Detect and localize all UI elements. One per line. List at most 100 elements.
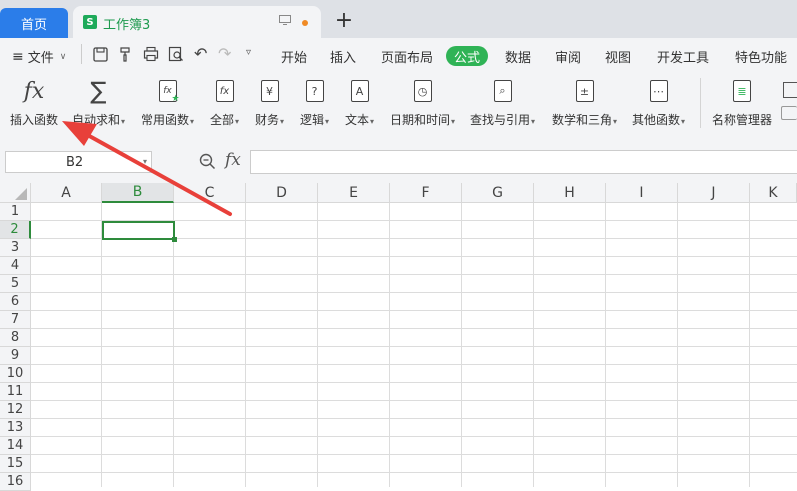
menu-developer[interactable]: 开发工具: [657, 47, 709, 66]
row-header-15[interactable]: 15: [0, 455, 31, 473]
row-header-10[interactable]: 10: [0, 365, 31, 383]
autosum-label: 自动求和: [72, 113, 121, 127]
chevron-down-icon[interactable]: ▾: [143, 157, 147, 166]
formula-input[interactable]: [250, 150, 797, 174]
insert-function-button[interactable]: fx 插入函数: [10, 78, 58, 128]
row-header-1[interactable]: 1: [0, 203, 31, 221]
save-icon[interactable]: [93, 47, 108, 62]
caret-down-icon: ▾: [235, 117, 240, 126]
row-header-9[interactable]: 9: [0, 347, 31, 365]
name-manager-button[interactable]: ≣ 名称管理器: [712, 78, 772, 128]
lookup-reference-button[interactable]: ⌕ 查找与引用▾: [470, 78, 535, 128]
text-button[interactable]: A 文本▾: [345, 78, 374, 128]
row-header-8[interactable]: 8: [0, 329, 31, 347]
row-header-7[interactable]: 7: [0, 311, 31, 329]
file-menu-label: 文件: [27, 51, 54, 66]
other-functions-label: 其他函数: [632, 113, 681, 127]
customize-quick-access-icon[interactable]: ▿: [246, 47, 251, 58]
hamburger-icon: ≡: [12, 48, 24, 65]
column-header-i[interactable]: I: [606, 183, 678, 203]
row-header-5[interactable]: 5: [0, 275, 31, 293]
column-header-h[interactable]: H: [534, 183, 606, 203]
row-header-2[interactable]: 2: [0, 221, 31, 239]
date-time-button[interactable]: ◷ 日期和时间▾: [390, 78, 455, 128]
all-functions-button[interactable]: fx 全部▾: [210, 78, 239, 128]
tab-home[interactable]: 首页: [0, 8, 68, 38]
row-header-14[interactable]: 14: [0, 437, 31, 455]
logic-icon: ?: [303, 78, 327, 104]
row-header-11[interactable]: 11: [0, 383, 31, 401]
row-header-12[interactable]: 12: [0, 401, 31, 419]
finance-button[interactable]: ¥ 财务▾: [255, 78, 284, 128]
clipboard-icon[interactable]: [781, 106, 797, 120]
column-header-j[interactable]: J: [678, 183, 750, 203]
lookup-reference-label: 查找与引用: [470, 113, 531, 127]
common-functions-label: 常用函数: [141, 113, 190, 127]
caret-down-icon: ▾: [190, 117, 195, 126]
date-time-label: 日期和时间: [390, 113, 451, 127]
format-painter-icon[interactable]: [118, 46, 134, 62]
redo-icon[interactable]: ↷: [218, 44, 231, 63]
name-box[interactable]: B2: [5, 151, 152, 173]
document-title: 工作簿3: [103, 18, 151, 33]
menu-review[interactable]: 审阅: [555, 47, 581, 66]
caret-down-icon: ▾: [121, 117, 126, 126]
chevron-down-icon: ∨: [59, 51, 67, 62]
menu-data[interactable]: 数据: [505, 47, 531, 66]
column-header-b[interactable]: B: [102, 183, 174, 203]
menu-formula[interactable]: 公式: [446, 46, 488, 66]
column-header-c[interactable]: C: [174, 183, 246, 203]
undo-icon[interactable]: ↶: [194, 44, 207, 63]
new-tab-button[interactable]: +: [334, 6, 354, 34]
row-header-6[interactable]: 6: [0, 293, 31, 311]
autosum-button[interactable]: ∑ 自动求和▾: [72, 77, 126, 128]
menu-special-features[interactable]: 特色功能: [735, 47, 787, 66]
column-header-g[interactable]: G: [462, 183, 534, 203]
table-icon[interactable]: [783, 82, 797, 98]
common-functions-icon: fx ★: [156, 78, 180, 104]
file-menu[interactable]: ≡ 文件 ∨: [12, 47, 67, 67]
logic-button[interactable]: ? 逻辑▾: [300, 78, 329, 128]
tab-document[interactable]: S 工作簿3: [73, 6, 321, 38]
caret-down-icon: ▾: [325, 117, 330, 126]
row-header-4[interactable]: 4: [0, 257, 31, 275]
fill-handle[interactable]: [172, 237, 177, 242]
selected-cell-b2[interactable]: [102, 221, 175, 240]
clock-icon: ◷: [411, 78, 435, 104]
unsaved-dot-icon: [302, 20, 308, 26]
name-manager-label: 名称管理器: [712, 113, 773, 127]
finance-label: 财务: [255, 113, 280, 127]
zoom-search-icon[interactable]: [199, 153, 216, 170]
sigma-icon: ∑: [90, 77, 107, 105]
row-header-16[interactable]: 16: [0, 473, 31, 491]
other-functions-button[interactable]: ⋯ 其他函数▾: [632, 78, 685, 128]
print-preview-icon[interactable]: [168, 46, 184, 62]
other-functions-icon: ⋯: [647, 78, 671, 104]
menu-view[interactable]: 视图: [605, 47, 631, 66]
row-header-13[interactable]: 13: [0, 419, 31, 437]
caret-down-icon: ▾: [613, 117, 618, 126]
menu-page-layout[interactable]: 页面布局: [381, 47, 433, 66]
name-manager-icon: ≣: [730, 78, 754, 104]
column-header-f[interactable]: F: [390, 183, 462, 203]
corner-triangle-icon: [15, 188, 27, 200]
column-header-a[interactable]: A: [31, 183, 102, 203]
menu-insert[interactable]: 插入: [330, 47, 356, 66]
fx-formula-icon[interactable]: fx: [225, 150, 241, 170]
text-icon: A: [348, 78, 372, 104]
common-functions-button[interactable]: fx ★ 常用函数▾: [141, 78, 194, 128]
row-header-3[interactable]: 3: [0, 239, 31, 257]
column-header-e[interactable]: E: [318, 183, 390, 203]
all-functions-label: 全部: [210, 113, 235, 127]
column-header-k[interactable]: K: [750, 183, 797, 203]
ribbon-divider: [700, 78, 701, 128]
monitor-icon[interactable]: [279, 15, 291, 25]
finance-icon: ¥: [258, 78, 282, 104]
select-all-corner[interactable]: [0, 183, 31, 203]
math-trig-button[interactable]: ± 数学和三角▾: [552, 78, 617, 128]
column-header-d[interactable]: D: [246, 183, 318, 203]
text-label: 文本: [345, 113, 370, 127]
print-icon[interactable]: [143, 46, 159, 62]
menu-start[interactable]: 开始: [281, 47, 307, 66]
math-trig-label: 数学和三角: [552, 113, 613, 127]
